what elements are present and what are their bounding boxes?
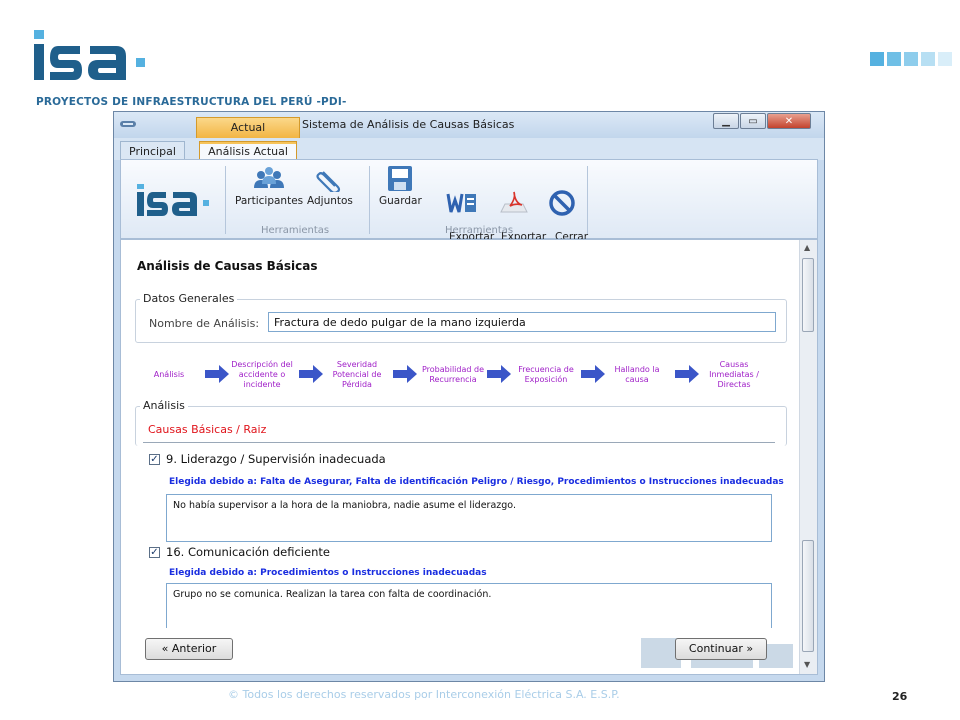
causas-basicas-label: Causas Básicas / Raiz <box>148 423 267 436</box>
nombre-analisis-label: Nombre de Análisis: <box>149 317 260 330</box>
close-analysis-icon <box>548 190 575 216</box>
item-comment-textarea[interactable]: No había supervisor a la hora de la mani… <box>166 494 772 542</box>
step-arrow-icon <box>393 365 417 383</box>
continuar-button[interactable]: Continuar » <box>675 638 767 660</box>
word-icon <box>446 193 476 213</box>
adjuntos-button[interactable]: Adjuntos <box>307 166 353 207</box>
decorative-blocks <box>870 52 952 66</box>
isa-ribbon-logo <box>137 184 209 216</box>
step-arrow-icon <box>487 365 511 383</box>
analisis-legend: Análisis <box>140 399 188 412</box>
ribbon: Participantes Adjuntos Herramientas Guar… <box>120 159 818 255</box>
anterior-button[interactable]: « Anterior <box>145 638 233 660</box>
participants-icon <box>254 167 285 188</box>
nav-bar: « Anterior Continuar » <box>121 628 801 674</box>
close-icon: ✕ <box>784 115 794 127</box>
paperclip-icon <box>316 171 341 192</box>
step-severidad[interactable]: Severidad Potencial de Pérdida <box>324 360 390 390</box>
scroll-thumb[interactable] <box>802 258 814 332</box>
ribbon-tabs: Principal Análisis Actual <box>114 138 824 161</box>
window-title: Sistema de Análisis de Causas Básicas <box>302 118 515 131</box>
divider <box>143 442 775 443</box>
item-checkbox[interactable]: ✓ <box>149 547 160 558</box>
guardar-button[interactable]: Guardar <box>379 166 422 207</box>
quick-access-icon[interactable] <box>120 119 136 129</box>
nombre-analisis-input[interactable]: Fractura de dedo pulgar de la mano izqui… <box>268 312 776 332</box>
maximize-icon: ▭ <box>748 115 758 127</box>
step-arrow-icon <box>581 365 605 383</box>
item-reason: Elegida debido a: Falta de Asegurar, Fal… <box>169 477 784 487</box>
minimize-button[interactable]: ▁ <box>713 113 739 129</box>
item-title: 16. Comunicación deficiente <box>166 545 330 559</box>
minimize-icon: ▁ <box>722 115 730 127</box>
scroll-up-icon[interactable]: ▲ <box>804 243 810 252</box>
tab-principal[interactable]: Principal <box>120 141 185 161</box>
title-bar: Actual Sistema de Análisis de Causas Bás… <box>114 112 824 138</box>
pdf-icon <box>499 191 528 213</box>
adjuntos-label: Adjuntos <box>307 195 353 207</box>
step-arrow-icon <box>675 365 699 383</box>
close-button[interactable]: ✕ <box>767 113 811 129</box>
step-analisis[interactable]: Análisis <box>149 370 189 380</box>
group-label-herramientas-1: Herramientas <box>261 225 330 236</box>
isa-logo <box>34 30 145 80</box>
save-icon <box>388 166 413 191</box>
item-checkbox[interactable]: ✓ <box>149 454 160 465</box>
step-frecuencia[interactable]: Frecuencia de Exposición <box>513 365 579 385</box>
participantes-button[interactable]: Participantes <box>235 166 303 207</box>
section-title: Análisis de Causas Básicas <box>137 259 318 273</box>
guardar-label: Guardar <box>379 195 422 207</box>
inner-scroll-thumb[interactable] <box>802 540 814 652</box>
step-probabilidad[interactable]: Probabilidad de Recurrencia <box>417 365 489 385</box>
app-window: Actual Sistema de Análisis de Causas Bás… <box>113 111 825 682</box>
step-arrow-icon <box>205 365 229 383</box>
step-causas-inmediatas[interactable]: Causas Inmediatas / Directas <box>701 360 767 390</box>
tab-analisis-actual[interactable]: Análisis Actual <box>199 141 297 161</box>
participantes-label: Participantes <box>235 195 304 207</box>
maximize-button[interactable]: ▭ <box>740 113 766 129</box>
datos-generales-legend: Datos Generales <box>140 292 238 305</box>
slide-subtitle: PROYECTOS DE INFRAESTRUCTURA DEL PERÚ -P… <box>36 96 347 108</box>
item-reason: Elegida debido a: Procedimientos o Instr… <box>169 568 487 578</box>
group-label-herramientas-2: Herramientas <box>445 225 514 236</box>
item-title: 9. Liderazgo / Supervisión inadecuada <box>166 452 386 466</box>
step-arrow-icon <box>299 365 323 383</box>
step-descripcion[interactable]: Descripción del accidente o incidente <box>229 360 295 390</box>
content-area: Análisis de Causas Básicas Datos General… <box>120 239 818 675</box>
vertical-scrollbar[interactable]: ▲ ▼ <box>799 240 817 674</box>
scroll-down-icon[interactable]: ▼ <box>804 660 810 669</box>
page-number: 26 <box>892 690 908 703</box>
context-tab-actual[interactable]: Actual <box>196 117 300 138</box>
step-hallando[interactable]: Hallando la causa <box>609 365 665 385</box>
footer-copyright: © Todos los derechos reservados por Inte… <box>228 688 620 701</box>
